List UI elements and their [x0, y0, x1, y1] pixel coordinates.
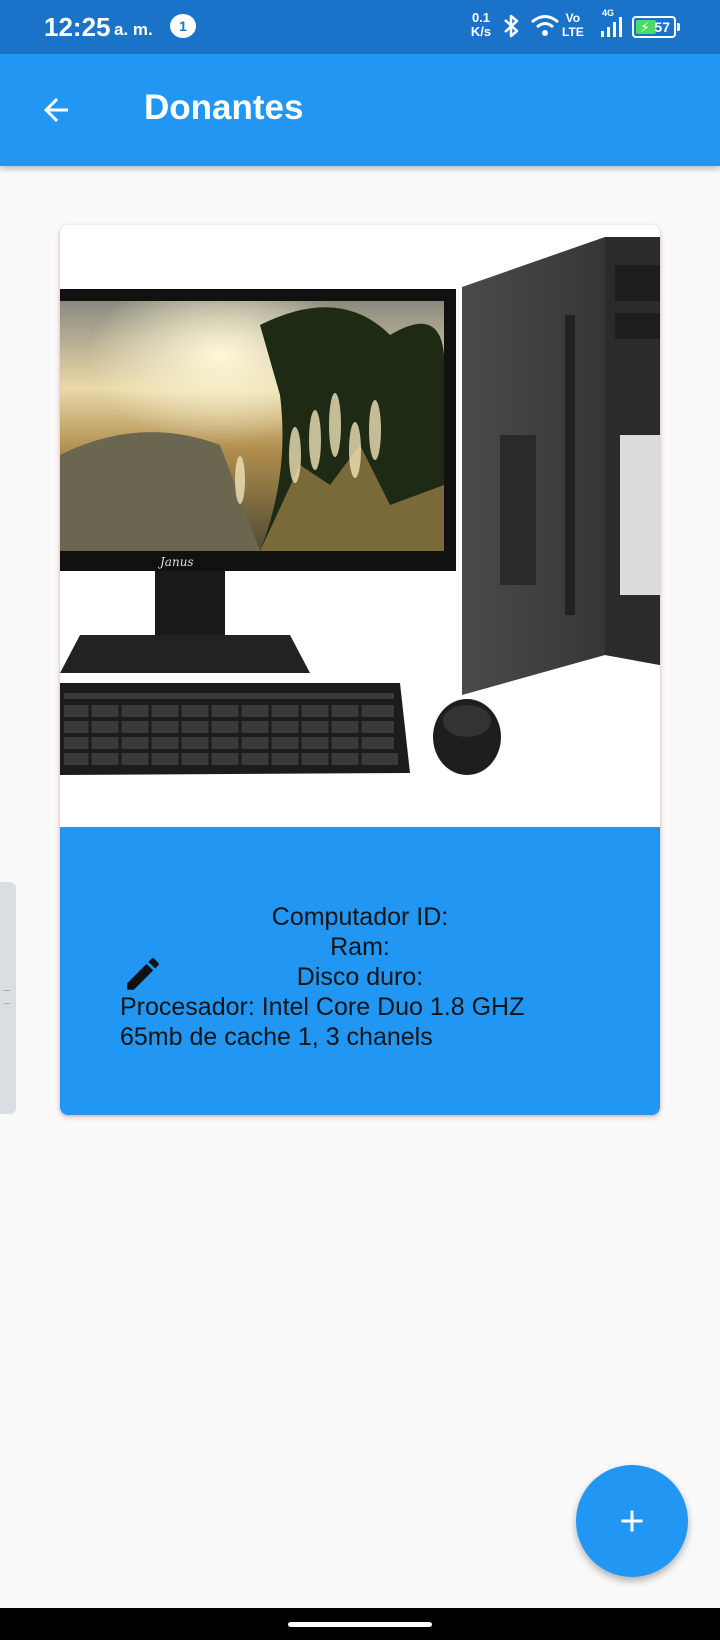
battery-cap [677, 23, 680, 31]
charging-icon: ⚡ [640, 19, 650, 35]
arrow-back-icon [44, 98, 68, 122]
computer-id-label: Computador ID: [271, 903, 449, 931]
page-title: Donantes [144, 88, 304, 127]
ram-label: Ram: [330, 933, 390, 961]
system-nav-bar [0, 1608, 720, 1640]
status-ampm: a. m. [114, 20, 153, 39]
monitor-brand-label: Janus [157, 555, 194, 569]
computer-details: Computador ID: Ram: Disco duro: Procesad… [60, 827, 660, 1115]
network-speed-unit: K/s [470, 24, 492, 39]
app-bar: Donantes [0, 54, 720, 166]
volte-indicator: Vo LTE [562, 11, 584, 39]
disk-label: Disco duro: [296, 963, 424, 991]
notification-badge: 1 [170, 14, 196, 38]
signal-icon [601, 17, 622, 37]
battery-indicator: ⚡ 57 [632, 16, 680, 38]
network-speed-value: 0.1 [471, 10, 491, 25]
processor-label: Procesador: Intel Core Duo 1.8 GHZ [120, 993, 525, 1021]
add-donor-button[interactable] [576, 1465, 688, 1577]
handle-grip [4, 990, 10, 1004]
desktop-computer-photo: Janus [60, 237, 660, 775]
donor-card[interactable]: Janus Computador ID: Ram: Disco duro: Pr… [60, 225, 660, 1115]
bluetooth-icon [504, 14, 519, 38]
volte-top: Vo [565, 11, 581, 25]
volte-bottom: LTE [562, 25, 584, 39]
network-speed: 0.1 K/s [468, 11, 494, 39]
battery-level: 57 [654, 19, 670, 35]
wifi-icon [531, 15, 559, 36]
status-bar: 12:25 a. m. 1 0.1 K/s Vo LTE 4G ⚡ 57 [0, 0, 720, 54]
plus-icon [621, 1510, 643, 1532]
computer-image: Janus [60, 225, 660, 827]
cache-label: 65mb de cache 1, 3 chanels [120, 1023, 433, 1051]
back-button[interactable] [30, 84, 82, 136]
side-drawer-handle[interactable] [0, 882, 16, 1114]
home-indicator[interactable] [288, 1622, 432, 1627]
status-time: 12:25 [44, 12, 111, 42]
